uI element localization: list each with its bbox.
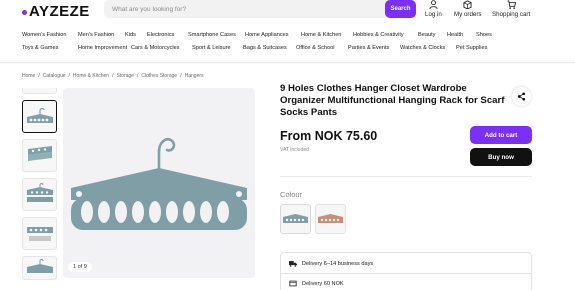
thumbnail-1[interactable] <box>22 100 57 133</box>
my-orders-button[interactable]: My orders <box>454 0 482 18</box>
section-divider <box>280 176 532 177</box>
breadcrumb-home[interactable]: Home <box>22 73 35 79</box>
colour-label: Colour <box>280 190 303 199</box>
login-button[interactable]: Log in <box>425 0 442 18</box>
delivery-time-row: Delivery 6–14 business days <box>289 260 373 267</box>
ayzeze-logo[interactable]: AYZEZE <box>22 3 90 20</box>
breadcrumb-hangers[interactable]: Hangers <box>185 73 204 79</box>
search-bar: Search <box>104 0 416 18</box>
vat-note: VAT included <box>280 147 309 153</box>
hanger-swatch-icon <box>318 214 343 223</box>
main-product-image[interactable] <box>63 88 255 278</box>
nav-item-cars-motorcycles[interactable]: Cars & Motorcycles <box>131 45 180 51</box>
hanger-thumbnail-icon <box>26 226 53 241</box>
header: AYZEZE Search Log in My orders Shopping … <box>0 0 575 26</box>
thumbnail-3[interactable] <box>22 178 57 211</box>
my-orders-label: My orders <box>454 11 482 18</box>
breadcrumb-clothes-storage[interactable]: Clothes Storage <box>141 73 177 79</box>
nav-item-office-school[interactable]: Office & School <box>296 45 334 51</box>
share-button[interactable] <box>512 87 531 106</box>
nav-item-mens-fashion[interactable]: Men's Fashion <box>78 32 114 38</box>
nav-item-electronics[interactable]: Electronics <box>147 32 174 38</box>
logo-text: AYZEZE <box>29 3 90 20</box>
package-icon <box>289 280 297 287</box>
nav-item-beauty[interactable]: Beauty <box>418 32 435 38</box>
nav-item-home-kitchen[interactable]: Home & Kitchen <box>301 32 341 38</box>
product-price: From NOK 75.60 <box>280 129 378 143</box>
shopping-cart-button[interactable]: Shopping cart <box>492 0 530 18</box>
breadcrumb: Home / Catalogue / Home & Kitchen / Stor… <box>22 73 204 79</box>
product-title: 9 Holes Clothes Hanger Closet Wardrobe O… <box>280 83 505 118</box>
login-label: Log in <box>425 11 442 18</box>
nav-item-kids[interactable]: Kids <box>125 32 136 38</box>
header-divider <box>0 62 575 63</box>
hanger-thumbnail-icon <box>26 182 53 202</box>
search-input[interactable] <box>104 0 374 18</box>
logo-dot <box>22 9 27 15</box>
delivery-time-text: Delivery 6–14 business days <box>302 260 374 267</box>
nav-item-pet-supplies[interactable]: Pet Supplies <box>456 45 487 51</box>
cart-icon <box>507 0 516 9</box>
thumbnail-2[interactable] <box>22 139 57 172</box>
hanger-thumbnail-icon <box>27 145 52 161</box>
breadcrumb-separator: / <box>136 73 139 79</box>
hanger-product-image <box>71 138 247 230</box>
delivery-cost-row: Delivery 60 NOK <box>289 280 344 287</box>
breadcrumb-separator: / <box>38 73 40 79</box>
colour-swatch-peach[interactable] <box>315 204 346 234</box>
breadcrumb-separator: / <box>68 73 70 79</box>
search-button[interactable]: Search <box>385 0 416 18</box>
nav-item-home-improvement[interactable]: Home Improvement <box>78 45 127 51</box>
hanger-swatch-icon <box>283 214 308 223</box>
breadcrumb-catalogue[interactable]: Catalogue <box>43 73 66 79</box>
buy-now-button[interactable]: Buy now <box>470 148 532 166</box>
hanger-thumbnail-icon <box>26 107 53 123</box>
thumbnail-5[interactable] <box>22 256 57 280</box>
thumbnail-partial[interactable] <box>22 88 57 94</box>
nav-item-womens-fashion[interactable]: Women's Fashion <box>22 32 67 38</box>
nav-item-health[interactable]: Health <box>447 32 463 38</box>
nav-item-parties-events[interactable]: Parties & Events <box>348 45 389 51</box>
breadcrumb-storage[interactable]: Storage <box>116 73 134 79</box>
nav-item-home-appliances[interactable]: Home Appliances <box>245 32 289 38</box>
delivery-cost-text: Delivery 60 NOK <box>302 280 344 287</box>
share-icon <box>517 92 526 101</box>
thumbnail-4[interactable] <box>22 217 57 250</box>
user-icon <box>429 0 438 9</box>
nav-item-toys-games[interactable]: Toys & Games <box>22 45 58 51</box>
nav-item-bags-suitcases[interactable]: Bags & Suitcases <box>243 45 287 51</box>
truck-icon <box>289 261 297 267</box>
nav-item-smartphone-cases[interactable]: Smartphone Cases <box>188 32 236 38</box>
nav-item-sport-leisure[interactable]: Sport & Leisure <box>192 45 231 51</box>
box-icon <box>463 0 472 9</box>
delivery-info-box: Delivery 6–14 business days Delivery 60 … <box>280 252 532 290</box>
hanger-thumbnail-icon <box>26 259 53 273</box>
shopping-cart-label: Shopping cart <box>492 11 531 18</box>
breadcrumb-separator: / <box>180 73 182 79</box>
colour-swatch-blue[interactable] <box>280 204 311 234</box>
nav-item-hobbies-creativity[interactable]: Hobbies & Creativity <box>353 32 404 38</box>
delivery-divider <box>281 273 531 274</box>
image-counter: 1 of 9 <box>68 262 92 272</box>
nav-item-watches-clocks[interactable]: Watches & Clocks <box>400 45 445 51</box>
add-to-cart-button[interactable]: Add to cart <box>470 126 532 144</box>
nav-item-shoes[interactable]: Shoes <box>476 32 492 38</box>
breadcrumb-separator: / <box>112 73 114 79</box>
breadcrumb-home-kitchen[interactable]: Home & Kitchen <box>73 73 109 79</box>
